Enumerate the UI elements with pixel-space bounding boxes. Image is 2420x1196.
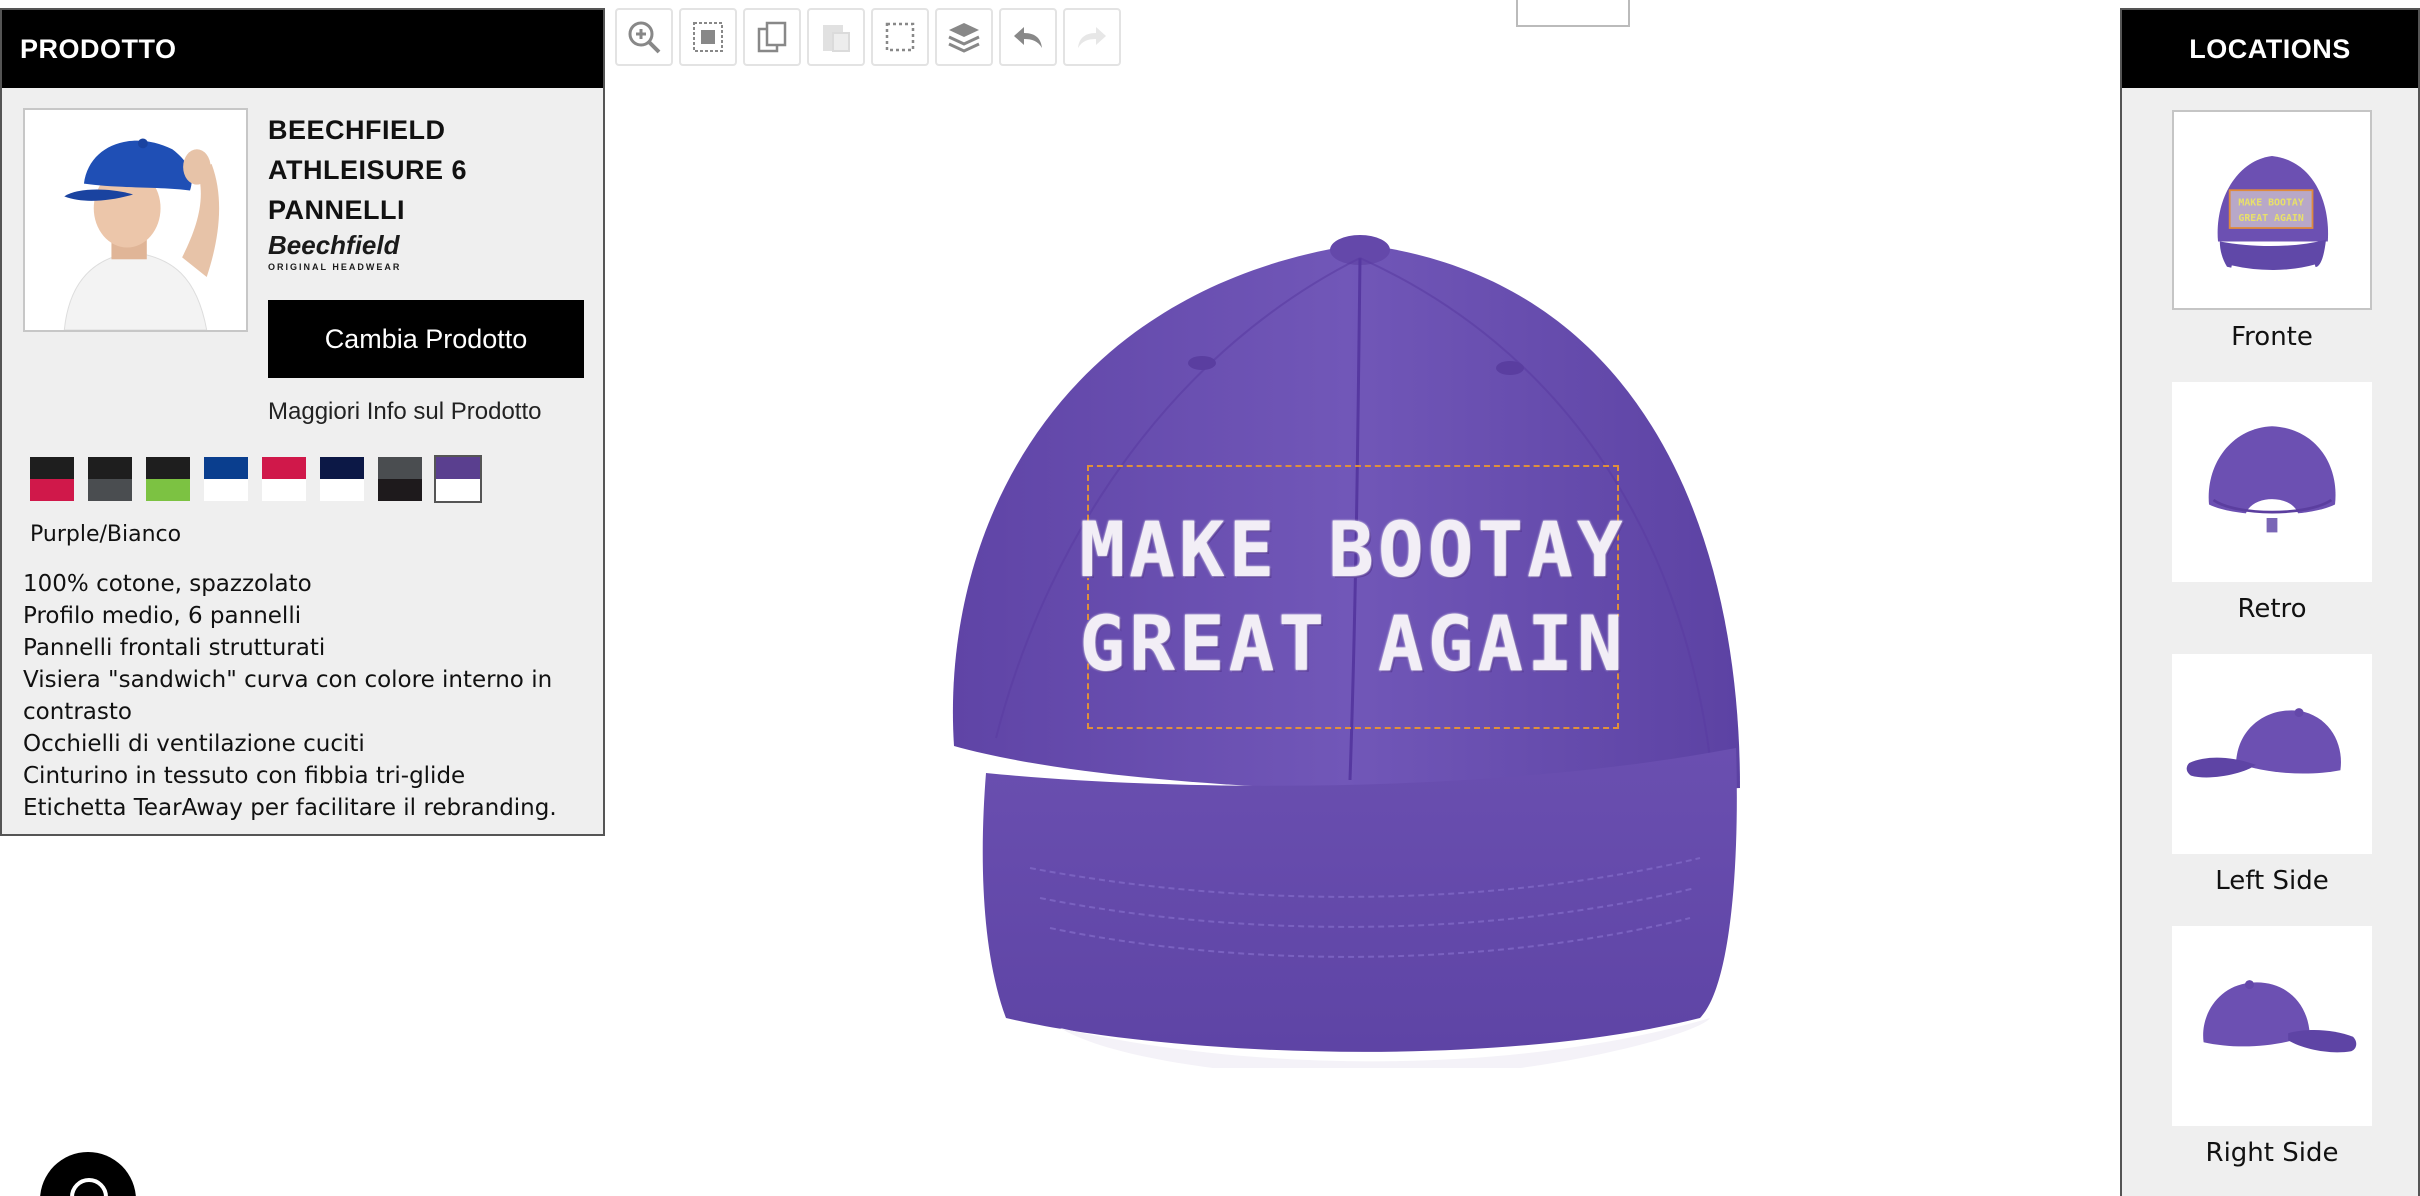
location-left-side[interactable]: Left Side bbox=[2172, 654, 2372, 896]
design-text-line-1: MAKE BOOTAY bbox=[1079, 505, 1627, 594]
svg-text:MAKE BOOTAY: MAKE BOOTAY bbox=[2238, 198, 2303, 209]
selected-color-name: Purple/Bianco bbox=[30, 522, 182, 547]
location-label: Right Side bbox=[2205, 1138, 2339, 1168]
feature-item: Profilo medio, 6 pannelli bbox=[23, 603, 302, 629]
color-swatch[interactable] bbox=[376, 455, 424, 503]
paste-button[interactable] bbox=[807, 8, 865, 66]
select-area-icon bbox=[885, 22, 915, 52]
product-name: BEECHFIELD ATHLEISURE 6 PANNELLI bbox=[268, 115, 468, 225]
location-thumbnail: MAKE BOOTAY GREAT AGAIN bbox=[2172, 110, 2372, 310]
color-swatch[interactable] bbox=[260, 455, 308, 503]
color-swatch[interactable] bbox=[86, 455, 134, 503]
product-panel: PRODOTTO BEECHFIELD ATHLEISURE 6 PANNELL… bbox=[0, 8, 605, 836]
svg-text:Beechfield: Beechfield bbox=[268, 230, 401, 260]
design-text-element[interactable]: MAKE BOOTAY GREAT AGAIN bbox=[1079, 465, 1623, 729]
design-text-line-2: GREAT AGAIN bbox=[1079, 599, 1627, 688]
brand-logo: Beechfield ORIGINAL HEADWEAR bbox=[268, 228, 438, 276]
locations-header: LOCATIONS bbox=[2122, 10, 2418, 88]
location-right-side[interactable]: Right Side bbox=[2172, 926, 2372, 1168]
color-swatch[interactable] bbox=[28, 455, 76, 503]
feature-item: Pannelli frontali strutturati bbox=[23, 635, 326, 661]
feature-item: Etichetta TearAway per facilitare il reb… bbox=[23, 795, 557, 821]
zoom-icon bbox=[628, 21, 661, 54]
feature-item: Occhielli di ventilazione cuciti bbox=[23, 731, 365, 757]
product-photo bbox=[23, 108, 248, 332]
locations-panel: LOCATIONS MAKE BOOTAY GREAT AGAIN Fronte… bbox=[2120, 8, 2420, 1196]
feature-item: Visiera "sandwich" curva con colore inte… bbox=[23, 667, 553, 725]
location-retro[interactable]: Retro bbox=[2172, 382, 2372, 624]
location-thumbnail bbox=[2172, 926, 2372, 1126]
redo-button[interactable] bbox=[1063, 8, 1121, 66]
change-product-button[interactable]: Cambia Prodotto bbox=[268, 300, 584, 378]
color-swatches bbox=[28, 455, 482, 503]
undo-button[interactable] bbox=[999, 8, 1057, 66]
undo-icon bbox=[1014, 27, 1042, 48]
product-features: 100% cotone, spazzolato Profilo medio, 6 … bbox=[23, 568, 593, 824]
location-label: Left Side bbox=[2215, 866, 2329, 896]
more-info-link[interactable]: Maggiori Info sul Prodotto bbox=[268, 398, 541, 426]
svg-text:ORIGINAL HEADWEAR: ORIGINAL HEADWEAR bbox=[268, 262, 401, 272]
help-icon bbox=[70, 1178, 108, 1196]
color-swatch[interactable] bbox=[144, 455, 192, 503]
location-label: Fronte bbox=[2231, 322, 2313, 352]
redo-icon bbox=[1078, 27, 1106, 48]
select-area-button[interactable] bbox=[871, 8, 929, 66]
help-chat-button[interactable] bbox=[40, 1152, 136, 1196]
color-swatch[interactable] bbox=[318, 455, 366, 503]
color-swatch[interactable] bbox=[202, 455, 250, 503]
copy-button[interactable] bbox=[743, 8, 801, 66]
location-label: Retro bbox=[2237, 594, 2307, 624]
svg-text:GREAT AGAIN: GREAT AGAIN bbox=[2238, 213, 2303, 224]
align-center-icon bbox=[693, 22, 723, 52]
align-center-button[interactable] bbox=[679, 8, 737, 66]
paste-icon bbox=[823, 25, 850, 52]
feature-item: 100% cotone, spazzolato bbox=[23, 571, 312, 597]
design-toolbar bbox=[615, 8, 1121, 66]
color-swatch[interactable] bbox=[434, 455, 482, 503]
canvas-tab[interactable] bbox=[1516, 0, 1630, 27]
zoom-button[interactable] bbox=[615, 8, 673, 66]
layers-icon bbox=[948, 23, 980, 53]
layers-button[interactable] bbox=[935, 8, 993, 66]
location-thumbnail bbox=[2172, 382, 2372, 582]
location-thumbnail bbox=[2172, 654, 2372, 854]
product-panel-header: PRODOTTO bbox=[2, 10, 603, 88]
copy-icon bbox=[757, 21, 787, 53]
location-fronte[interactable]: MAKE BOOTAY GREAT AGAIN Fronte bbox=[2172, 110, 2372, 352]
feature-item: Cinturino in tessuto con fibbia tri-glid… bbox=[23, 763, 466, 789]
